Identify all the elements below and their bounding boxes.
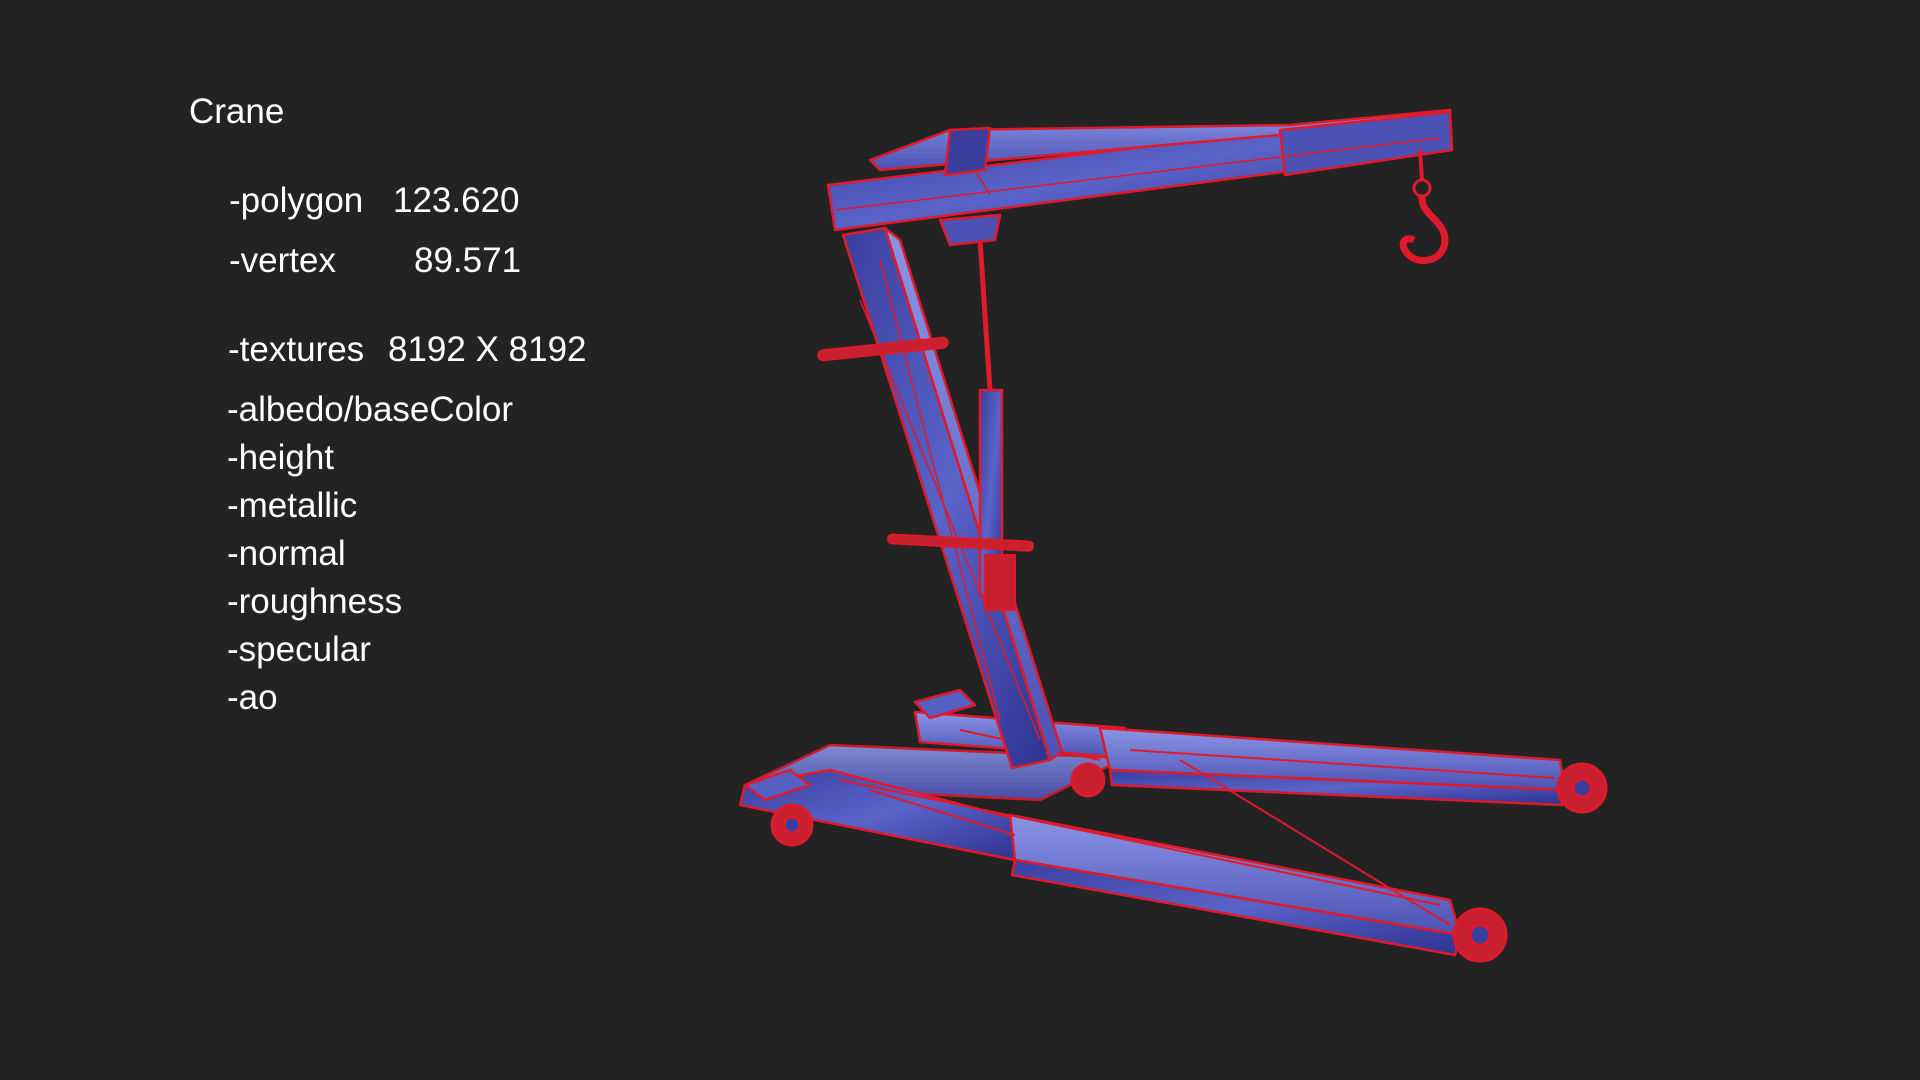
texture-map-list: -albedo/baseColor -height -metallic -nor… xyxy=(227,390,513,726)
texture-map-albedo: -albedo/baseColor xyxy=(227,390,514,429)
vertex-label: -vertex xyxy=(229,241,336,280)
model-title: Crane xyxy=(189,92,285,131)
texture-map-roughness: -roughness xyxy=(227,582,403,621)
texture-map-ao: -ao xyxy=(227,678,278,717)
crane-hook xyxy=(1399,149,1449,264)
textures-label: -textures xyxy=(228,330,365,369)
polygon-value: 123.620 xyxy=(393,181,520,220)
crane-mast xyxy=(841,226,1064,770)
crane-wireframe-render xyxy=(738,108,1608,963)
crane-boom xyxy=(826,108,1454,247)
textures-value: 8192 X 8192 xyxy=(388,330,587,369)
texture-map-specular: -specular xyxy=(227,630,371,669)
hydraulic-ram xyxy=(977,239,1016,611)
texture-map-height: -height xyxy=(227,438,335,477)
crane-base xyxy=(738,688,1567,957)
vertex-value: 89.571 xyxy=(414,241,522,280)
polygon-label: -polygon xyxy=(229,181,364,220)
texture-map-normal: -normal xyxy=(227,534,346,573)
texture-map-metallic: -metallic xyxy=(227,486,358,525)
